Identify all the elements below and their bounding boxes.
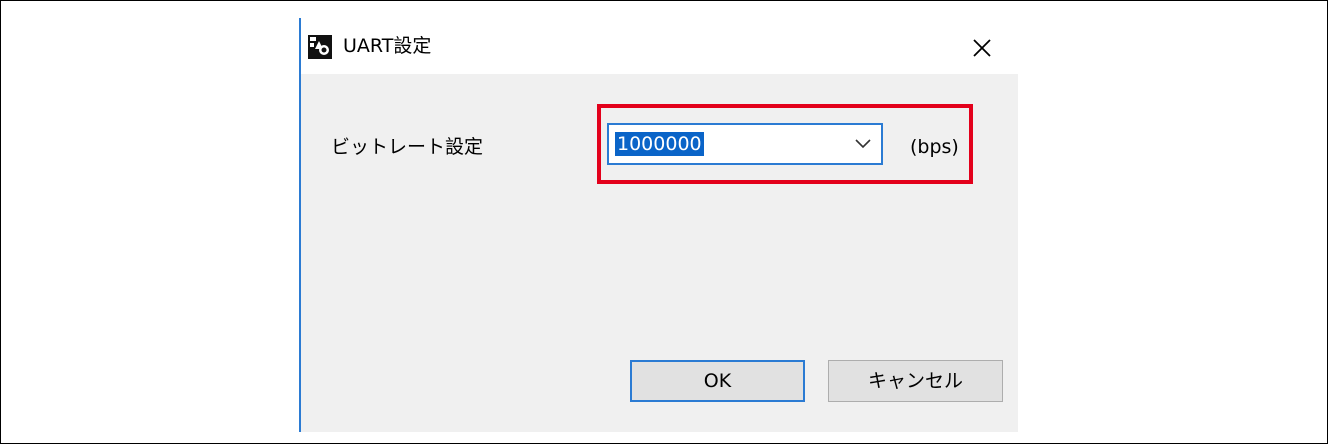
dialog-body: ビットレート設定 1000000 (bps) OK キャンセル — [301, 74, 1018, 432]
ok-button[interactable]: OK — [630, 360, 805, 402]
window-title: UART設定 — [343, 35, 432, 57]
bitrate-units: (bps) — [910, 136, 959, 158]
cancel-button[interactable]: キャンセル — [828, 360, 1003, 402]
uart-settings-dialog: UART設定 ビットレート設定 1000000 (bps) OK キャンセル — [299, 18, 1018, 432]
title-bar[interactable]: UART設定 — [301, 18, 1018, 74]
bitrate-label: ビットレート設定 — [331, 136, 484, 158]
chevron-down-icon[interactable] — [853, 136, 873, 152]
app-icon — [308, 35, 332, 59]
close-icon — [973, 39, 991, 57]
close-button[interactable] — [956, 26, 1008, 70]
bitrate-value[interactable]: 1000000 — [615, 132, 704, 156]
bitrate-combobox[interactable]: 1000000 — [607, 123, 883, 165]
